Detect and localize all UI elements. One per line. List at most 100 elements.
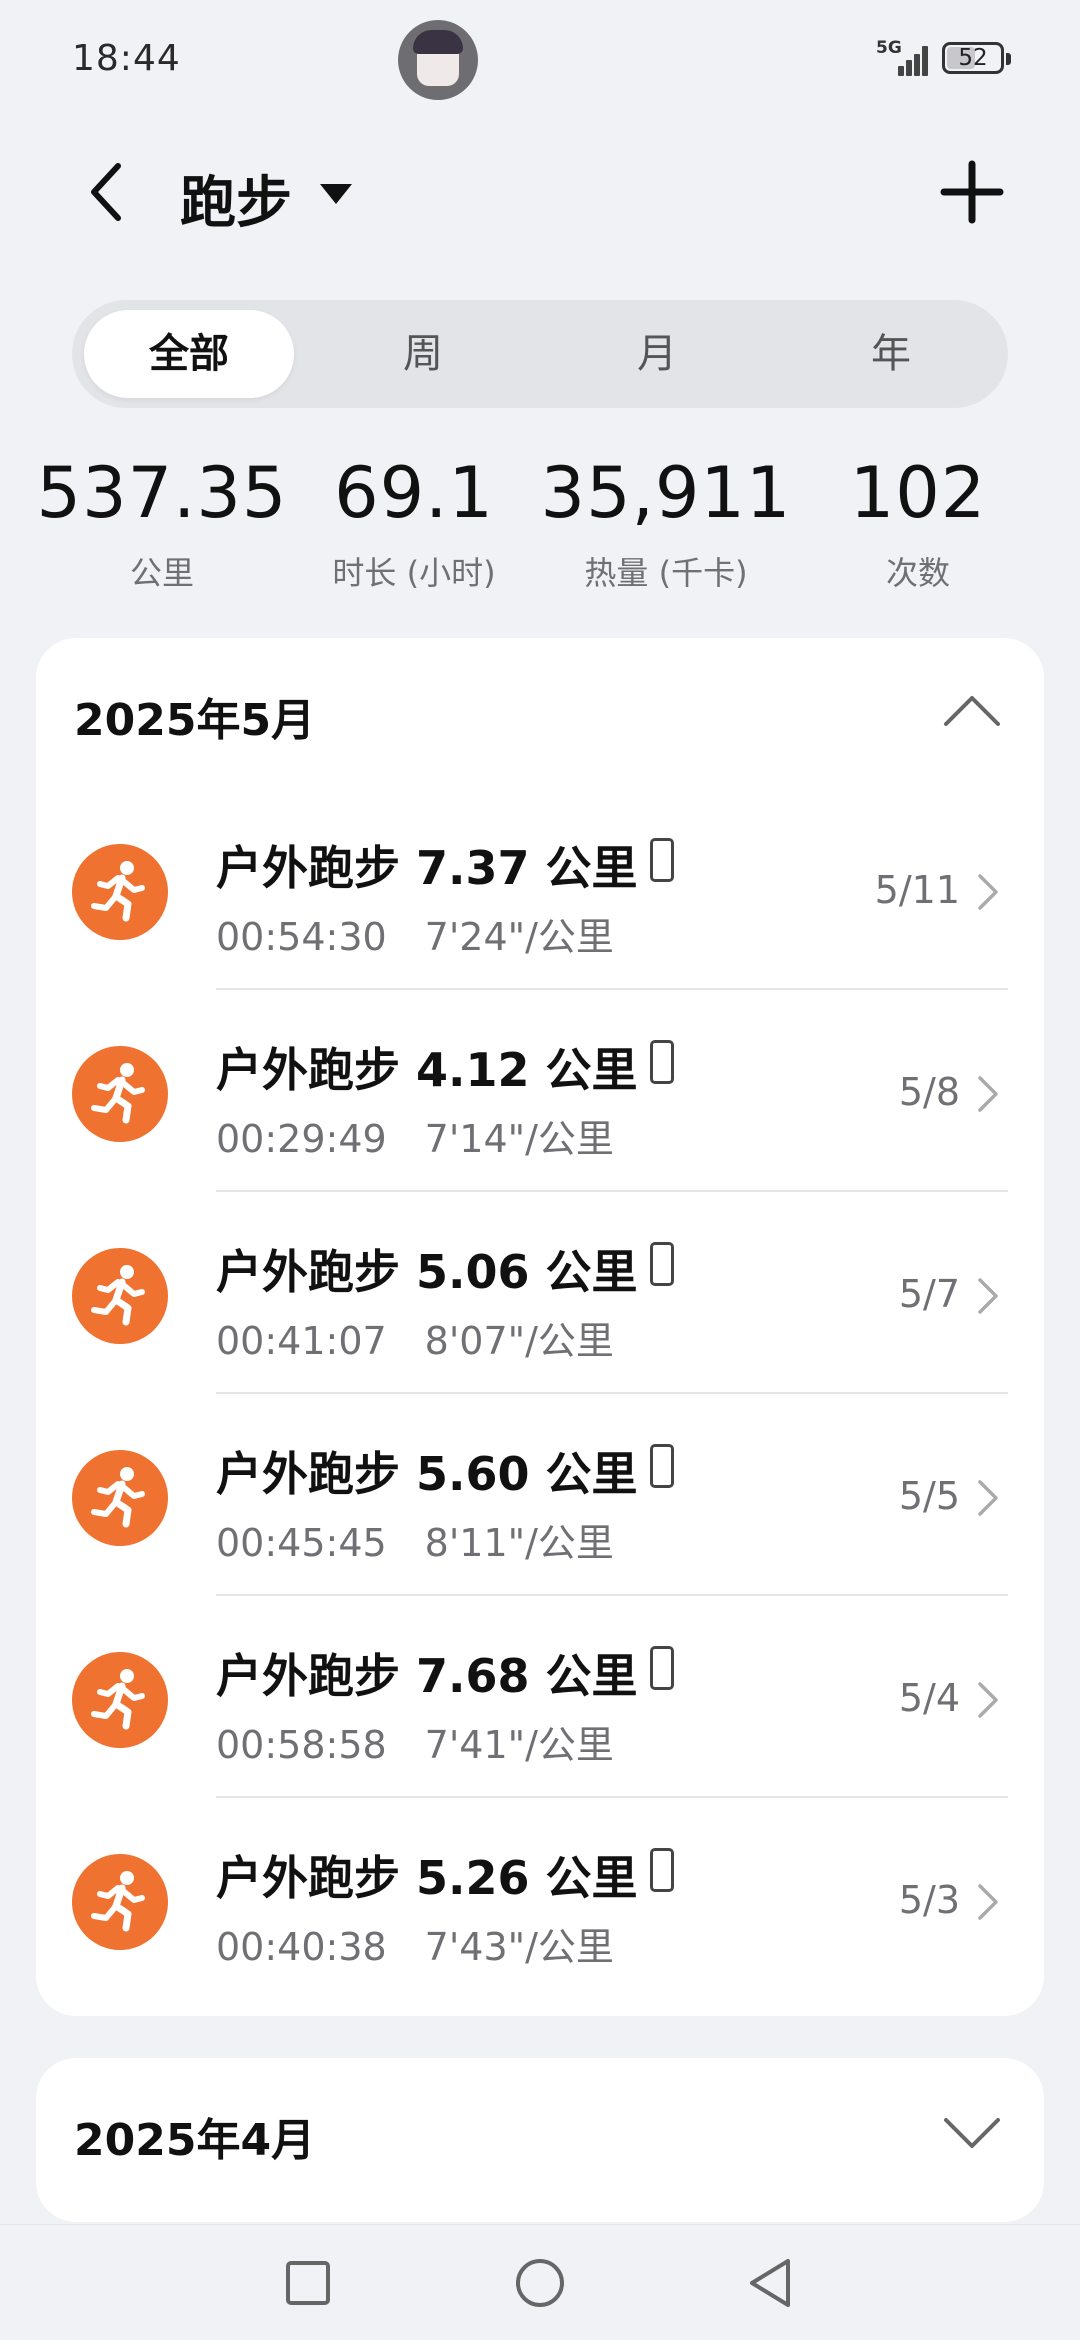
running-icon-badge: [72, 1450, 168, 1546]
record-duration: 00:41:07: [216, 1319, 387, 1363]
chevron-up-icon[interactable]: [942, 690, 1002, 730]
phone-icon: [650, 1242, 674, 1286]
month-title[interactable]: 2025年5月: [74, 684, 315, 748]
record-date: 5/7: [898, 1272, 960, 1316]
stat-label: 时长 (小时): [332, 554, 496, 592]
back-triangle-icon: [750, 2259, 790, 2307]
record-duration: 00:58:58: [216, 1723, 387, 1767]
stat-label: 次数: [885, 554, 950, 592]
record-pace: 7'43"/公里: [424, 1925, 614, 1969]
record-row[interactable]: 户外跑步 4.12 公里 00:29:49 7'14"/公里 5/8: [36, 990, 1044, 1192]
record-row[interactable]: 户外跑步 5.06 公里 00:41:07 8'07"/公里 5/7: [36, 1192, 1044, 1394]
record-date: 5/11: [874, 868, 960, 912]
status-time: 18:44: [72, 38, 181, 79]
plus-icon: [940, 160, 1004, 224]
stat-value: 102: [849, 452, 987, 534]
battery-level: 52: [958, 45, 988, 71]
avatar-hair: [413, 30, 463, 54]
avatar[interactable]: [398, 20, 478, 100]
dropdown-caret-icon[interactable]: [318, 182, 354, 206]
back-button[interactable]: [72, 150, 142, 234]
running-icon-badge: [72, 844, 168, 940]
back-arrow-icon: [91, 163, 121, 221]
network-type: 5G: [876, 38, 902, 58]
running-records-page: 18:44 5G 52 跑步 全部 周 月 年 537.35 公里 69.1 时…: [0, 0, 1080, 2340]
record-pace: 8'11"/公里: [424, 1521, 614, 1565]
record-row[interactable]: 户外跑步 5.26 公里 00:40:38 7'43"/公里 5/3: [36, 1798, 1044, 2000]
chevron-down-icon[interactable]: [942, 2114, 1002, 2154]
record-duration: 00:29:49: [216, 1117, 387, 1161]
stat-calories: 35,911 热量 (千卡): [536, 452, 796, 594]
phone-icon: [650, 1848, 674, 1892]
stat-distance: 537.35 公里: [32, 452, 292, 594]
record-details: 00:58:58 7'41"/公里: [216, 1714, 614, 1769]
record-pace: 7'41"/公里: [424, 1723, 614, 1767]
record-title: 户外跑步 7.37 公里: [216, 841, 638, 895]
tab-year[interactable]: 年: [786, 310, 996, 398]
phone-icon: [650, 838, 674, 882]
record-date: 5/8: [898, 1070, 960, 1114]
month-card-april: 2025年4月: [36, 2058, 1044, 2222]
signal-icon: 5G: [876, 38, 932, 76]
tab-month[interactable]: 月: [552, 310, 762, 398]
record-date: 5/5: [898, 1474, 960, 1518]
running-icon: [91, 1265, 145, 1326]
month-title[interactable]: 2025年4月: [74, 2104, 315, 2168]
running-icon-badge: [72, 1652, 168, 1748]
recents-button[interactable]: [280, 2255, 336, 2311]
running-icon: [91, 1871, 145, 1932]
phone-icon: [650, 1040, 674, 1084]
record-details: 00:29:49 7'14"/公里: [216, 1108, 614, 1163]
status-bar: 18:44 5G 52: [0, 0, 1080, 120]
tab-all[interactable]: 全部: [84, 310, 294, 398]
record-title: 户外跑步 5.06 公里: [216, 1245, 638, 1299]
home-button[interactable]: [512, 2255, 568, 2311]
record-duration: 00:45:45: [216, 1521, 387, 1565]
record-duration: 00:54:30: [216, 915, 387, 959]
running-icon: [91, 1063, 145, 1124]
record-details: 00:54:30 7'24"/公里: [216, 906, 614, 961]
running-icon: [91, 861, 145, 922]
stat-value: 537.35: [36, 452, 288, 534]
stat-label: 公里: [129, 554, 194, 592]
running-icon: [91, 1669, 145, 1730]
chevron-right-icon: [978, 1076, 998, 1112]
record-title: 户外跑步 5.60 公里: [216, 1447, 638, 1501]
page-title[interactable]: 跑步: [180, 158, 292, 239]
tab-week[interactable]: 周: [318, 310, 528, 398]
record-row[interactable]: 户外跑步 5.60 公里 00:45:45 8'11"/公里 5/5: [36, 1394, 1044, 1596]
stat-value: 69.1: [334, 452, 494, 534]
stat-value: 35,911: [540, 452, 792, 534]
home-circle-icon: [516, 2259, 564, 2307]
battery-icon: 52: [942, 42, 1011, 74]
stat-label: 热量 (千卡): [584, 554, 748, 592]
running-icon-badge: [72, 1046, 168, 1142]
system-nav-bar: [0, 2224, 1080, 2340]
record-duration: 00:40:38: [216, 1925, 387, 1969]
record-title: 户外跑步 7.68 公里: [216, 1649, 638, 1703]
add-record-button[interactable]: [940, 160, 1004, 224]
record-title: 户外跑步 5.26 公里: [216, 1851, 638, 1905]
nav-back-button[interactable]: [744, 2255, 800, 2311]
record-details: 00:41:07 8'07"/公里: [216, 1310, 614, 1365]
chevron-right-icon: [978, 1278, 998, 1314]
month-card-may: 2025年5月 户外跑步 7.37 公里 00:54:30 7'24"/公里 5/11…: [36, 638, 1044, 2016]
record-row[interactable]: 户外跑步 7.68 公里 00:58:58 7'41"/公里 5/4: [36, 1596, 1044, 1798]
record-date: 5/3: [898, 1878, 960, 1922]
phone-icon: [650, 1444, 674, 1488]
phone-icon: [650, 1646, 674, 1690]
record-pace: 8'07"/公里: [424, 1319, 614, 1363]
stat-count: 102 次数: [788, 452, 1048, 594]
chevron-right-icon: [978, 1682, 998, 1718]
record-details: 00:40:38 7'43"/公里: [216, 1916, 614, 1971]
recents-square-icon: [286, 2261, 330, 2305]
running-icon-badge: [72, 1854, 168, 1950]
chevron-right-icon: [978, 874, 998, 910]
record-details: 00:45:45 8'11"/公里: [216, 1512, 614, 1567]
record-row[interactable]: 户外跑步 7.37 公里 00:54:30 7'24"/公里 5/11: [36, 788, 1044, 990]
record-date: 5/4: [898, 1676, 960, 1720]
stat-duration: 69.1 时长 (小时): [284, 452, 544, 594]
chevron-right-icon: [978, 1480, 998, 1516]
period-tabs: 全部 周 月 年: [72, 300, 1008, 408]
record-pace: 7'14"/公里: [424, 1117, 614, 1161]
